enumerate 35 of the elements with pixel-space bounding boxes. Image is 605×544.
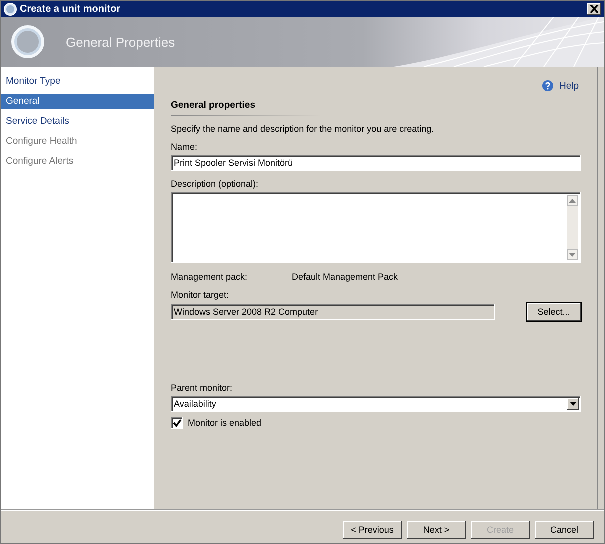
up-arrow-icon xyxy=(569,198,576,202)
scroll-up-button[interactable] xyxy=(567,195,578,206)
dropdown-arrow-button[interactable] xyxy=(567,398,579,410)
checkbox[interactable] xyxy=(171,417,183,429)
instructions-text: Specify the name and description for the monitor you are creating. xyxy=(171,124,436,134)
scroll-down-button[interactable] xyxy=(567,249,578,260)
scroll-bar[interactable] xyxy=(567,195,578,260)
circle-icon xyxy=(4,2,17,16)
help-link[interactable]: Help xyxy=(559,80,579,92)
step-item[interactable]: Monitor Type xyxy=(1,72,154,92)
wizard-button[interactable]: Cancel xyxy=(535,521,594,539)
close-button[interactable] xyxy=(587,3,601,15)
wizard-button[interactable]: < Previous xyxy=(343,521,402,539)
close-icon xyxy=(590,5,598,13)
section-title: General properties xyxy=(171,100,256,111)
help-icon xyxy=(542,80,554,92)
step-item[interactable]: Service Details xyxy=(1,112,154,132)
name-field[interactable]: Print Spooler Servisi Monitörü xyxy=(171,155,581,171)
circle-icon xyxy=(11,25,45,59)
description-label: Description (optional): xyxy=(171,179,260,189)
description-field[interactable] xyxy=(171,192,581,263)
monitor-target-label: Monitor target: xyxy=(171,290,230,300)
wizard-button[interactable]: Next > xyxy=(407,521,466,539)
check-icon xyxy=(172,418,182,428)
management-pack-value: Default Management Pack xyxy=(292,272,398,282)
caret-icon xyxy=(570,402,576,406)
checkbox-label: Monitor is enabled xyxy=(188,418,262,428)
name-label: Name: xyxy=(171,142,199,152)
window-title: Create a unit monitor xyxy=(20,4,122,14)
step-item[interactable]: General xyxy=(1,94,154,109)
parent-monitor-dropdown[interactable]: Availability xyxy=(171,396,581,412)
page-title: General Properties xyxy=(66,34,176,50)
parent-monitor-label: Parent monitor: xyxy=(171,383,234,393)
down-arrow-icon xyxy=(569,252,576,256)
management-pack-label: Management pack: xyxy=(171,272,249,282)
